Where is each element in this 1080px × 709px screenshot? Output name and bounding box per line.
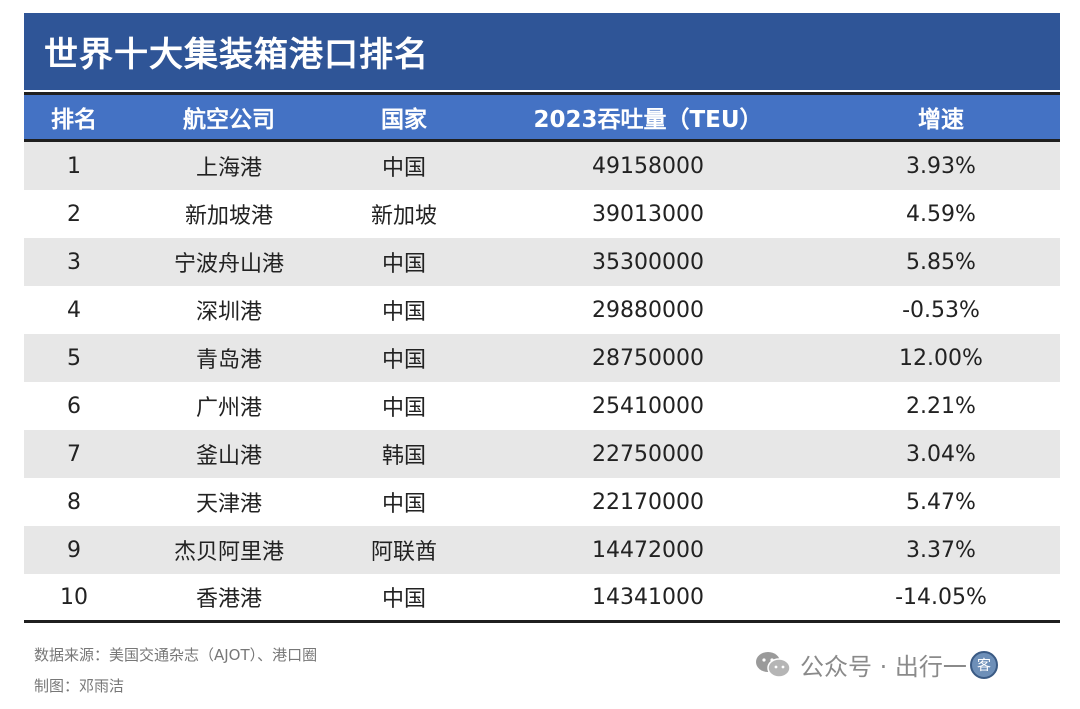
cell-country: 中国 <box>381 587 426 612</box>
table-row: 7 釜山港 韩国 22750000 3.04% <box>24 430 1060 478</box>
cell-teu: 14472000 <box>592 537 704 563</box>
wechat-icon <box>756 651 791 678</box>
table-body: 1 上海港 中国 49158000 3.93% 2 新加坡港 新加坡 39013000 4.59%… <box>24 142 1060 623</box>
table-row: 5 青岛港 中国 28750000 12.00% <box>24 334 1060 382</box>
cell-growth: 3.37% <box>906 537 976 563</box>
cell-teu: 29880000 <box>592 297 704 323</box>
cell-teu: 14341000 <box>592 584 704 610</box>
cell-teu: 35300000 <box>592 249 704 275</box>
header-port: 航空公司 <box>183 107 275 133</box>
cell-port: 上海港 <box>195 156 262 181</box>
cell-teu: 39013000 <box>592 201 704 227</box>
cell-growth: 3.93% <box>906 153 976 179</box>
cell-teu: 25410000 <box>592 393 704 419</box>
watermark: 公众号 · 出行一 客 <box>754 647 999 682</box>
cell-country: 中国 <box>381 492 426 517</box>
cell-port: 杰贝阿里港 <box>173 540 284 565</box>
table-row: 3 宁波舟山港 中国 35300000 5.85% <box>24 238 1060 286</box>
cell-port: 新加坡港 <box>184 204 273 229</box>
cell-teu: 28750000 <box>592 345 704 371</box>
cell-country: 阿联酋 <box>370 540 437 565</box>
cell-rank: 9 <box>67 537 81 563</box>
cell-port: 釜山港 <box>195 444 262 469</box>
cell-rank: 1 <box>67 153 81 179</box>
table-row: 1 上海港 中国 49158000 3.93% <box>24 142 1060 190</box>
cell-rank: 10 <box>60 584 88 610</box>
data-source-note: 数据来源：美国交通杂志（AJOT）、港口圈 <box>34 646 318 664</box>
cell-rank: 5 <box>67 345 81 371</box>
cell-country: 中国 <box>381 348 426 373</box>
header-teu: 2023吞吐量（TEU） <box>533 107 763 133</box>
cell-rank: 4 <box>67 297 81 323</box>
logo-badge-icon: 客 <box>969 650 999 680</box>
cell-teu: 22170000 <box>592 489 704 515</box>
header-country: 国家 <box>381 107 427 133</box>
table-row: 4 深圳港 中国 29880000 -0.53% <box>24 286 1060 334</box>
header-rank: 排名 <box>51 107 97 133</box>
cell-country: 中国 <box>381 300 426 325</box>
cell-port: 深圳港 <box>195 300 262 325</box>
cell-port: 青岛港 <box>195 348 262 373</box>
cell-rank: 8 <box>67 489 81 515</box>
cell-country: 新加坡 <box>370 204 437 229</box>
title-bar: 世界十大集装箱港口排名 <box>24 13 1060 90</box>
cell-country: 中国 <box>381 156 426 181</box>
table-row: 6 广州港 中国 25410000 2.21% <box>24 382 1060 430</box>
cell-port: 香港港 <box>195 587 262 612</box>
cell-growth: 2.21% <box>906 393 976 419</box>
cell-country: 中国 <box>381 396 426 421</box>
author-note: 制图：邓雨洁 <box>34 677 125 695</box>
page-title: 世界十大集装箱港口排名 <box>44 35 429 75</box>
cell-growth: -14.05% <box>895 584 987 610</box>
table-header: 排名 航空公司 国家 2023吞吐量（TEU） 增速 <box>24 92 1060 142</box>
cell-teu: 49158000 <box>592 153 704 179</box>
table-row: 2 新加坡港 新加坡 39013000 4.59% <box>24 190 1060 238</box>
cell-teu: 22750000 <box>592 441 704 467</box>
cell-growth: 12.00% <box>899 345 983 371</box>
watermark-text: 公众号 · 出行一 <box>800 653 967 681</box>
cell-port: 广州港 <box>195 396 262 421</box>
cell-rank: 2 <box>67 201 81 227</box>
cell-growth: 5.47% <box>906 489 976 515</box>
cell-rank: 7 <box>67 441 81 467</box>
cell-growth: 5.85% <box>906 249 976 275</box>
ranking-table: 排名 航空公司 国家 2023吞吐量（TEU） 增速 1 上海港 中国 4915800… <box>24 92 1060 623</box>
table-row: 10 香港港 中国 14341000 -14.05% <box>24 574 1060 623</box>
cell-rank: 6 <box>67 393 81 419</box>
header-growth: 增速 <box>918 107 964 133</box>
cell-country: 中国 <box>381 252 426 277</box>
table-row: 9 杰贝阿里港 阿联酋 14472000 3.37% <box>24 526 1060 574</box>
cell-growth: -0.53% <box>902 297 980 323</box>
cell-port: 宁波舟山港 <box>173 252 284 277</box>
cell-country: 韩国 <box>381 444 426 469</box>
svg-text:客: 客 <box>977 657 991 674</box>
cell-growth: 3.04% <box>906 441 976 467</box>
cell-port: 天津港 <box>195 492 262 517</box>
table-row: 8 天津港 中国 22170000 5.47% <box>24 478 1060 526</box>
cell-growth: 4.59% <box>906 201 976 227</box>
cell-rank: 3 <box>67 249 81 275</box>
